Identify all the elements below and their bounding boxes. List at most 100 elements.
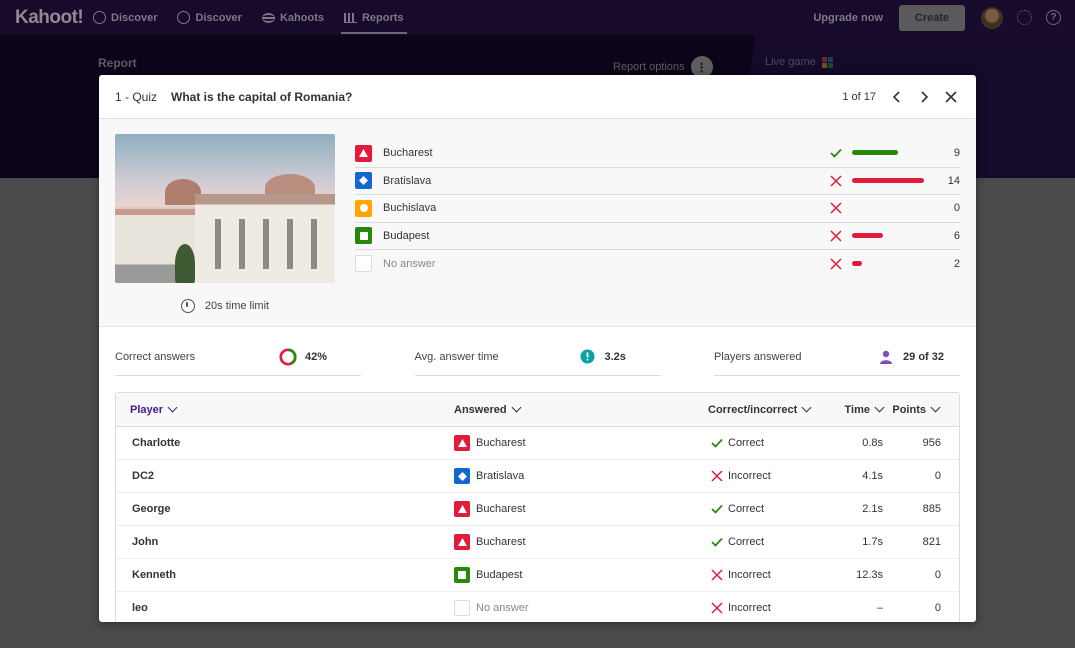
header-label: Time — [844, 403, 870, 416]
modal-header: 1 - Quiz What is the capital of Romania?… — [99, 75, 976, 119]
nav-discover[interactable]: Discover — [93, 0, 157, 35]
table-row[interactable]: John Bucharest Correct 1.7s 821 — [116, 526, 959, 559]
close-icon — [945, 90, 957, 103]
result-cell: Incorrect — [708, 469, 828, 483]
answered-label: Bucharest — [476, 536, 526, 548]
live-game-tab[interactable]: Live game — [765, 56, 833, 68]
chevron-down-icon — [167, 402, 178, 413]
chevron-right-icon — [921, 90, 929, 103]
answered-label: Bucharest — [476, 437, 526, 449]
question-title: What is the capital of Romania? — [171, 89, 353, 104]
cross-icon — [711, 569, 723, 581]
answered-cell: Bucharest — [454, 435, 708, 451]
time-limit: 20s time limit — [115, 299, 335, 313]
header-label: Answered — [454, 403, 507, 416]
table-body: Charlotte Bucharest Correct 0.8s 956 DC2 Brati… — [116, 427, 959, 622]
answered-label: Budapest — [476, 569, 523, 581]
stat-label: Avg. answer time — [414, 350, 499, 363]
triangle-icon — [454, 435, 470, 451]
result-label: Correct — [728, 437, 765, 449]
table-row[interactable]: leo No answer Incorrect – 0 — [116, 592, 959, 622]
chevron-down-icon — [511, 402, 522, 413]
cross-icon — [710, 601, 724, 615]
upgrade-now-link[interactable]: Upgrade now — [813, 12, 883, 24]
player-name: leo — [132, 602, 148, 614]
clock-icon — [180, 299, 195, 313]
result-label: Correct — [728, 536, 765, 548]
check-icon — [830, 149, 842, 158]
chevron-down-icon — [801, 402, 812, 413]
nav-discover-2[interactable]: Discover — [177, 0, 242, 35]
answer-row: Bucharest 9 — [355, 140, 960, 168]
player-name: Charlotte — [132, 437, 181, 449]
live-game-label: Live game — [765, 56, 816, 68]
points-cell: 0 — [934, 569, 941, 581]
stat-label: Players answered — [714, 350, 802, 363]
sort-correct[interactable]: Correct/incorrect — [708, 402, 828, 416]
stat-value: 29 of 32 — [903, 350, 944, 363]
kahoot-logo[interactable]: Kahoot! — [15, 7, 93, 29]
table-row[interactable]: George Bucharest Correct 2.1s 885 — [116, 493, 959, 526]
answer-bar-fill — [852, 260, 863, 266]
answer-bar — [852, 232, 932, 239]
table-row[interactable]: DC2 Bratislava Incorrect 4.1s 0 — [116, 460, 959, 493]
result-label: Correct — [728, 503, 765, 515]
answer-label: Buchislava — [383, 202, 437, 215]
result-cell: Correct — [708, 535, 828, 549]
chevron-left-icon — [892, 90, 900, 103]
create-button[interactable]: Create — [899, 4, 965, 31]
table-row[interactable]: Kenneth Budapest Incorrect 12.3s 0 — [116, 559, 959, 592]
answer-bar — [852, 150, 932, 156]
pager-text: 1 of 17 — [842, 90, 876, 103]
time-cell: 12.3s — [856, 569, 883, 581]
question-icon[interactable]: ? — [1046, 10, 1061, 25]
answer-row: Bratislava 14 — [355, 168, 960, 195]
result-cell: Correct — [708, 436, 828, 450]
square-icon — [454, 567, 470, 583]
sort-points[interactable]: Points — [883, 402, 941, 416]
sort-player[interactable]: Player — [116, 402, 454, 416]
points-cell: 821 — [922, 536, 941, 548]
cross-icon — [830, 175, 842, 187]
nav-reports[interactable]: Reports — [340, 0, 407, 35]
report-title: Report — [98, 56, 137, 70]
gear-icon[interactable] — [1017, 10, 1032, 25]
points-cell: 885 — [922, 503, 941, 515]
check-icon — [710, 502, 724, 516]
result-label: Incorrect — [728, 569, 771, 581]
answered-cell: No answer — [454, 600, 708, 616]
close-button[interactable] — [940, 86, 962, 108]
cross-icon — [711, 602, 723, 614]
triangle-icon — [454, 534, 470, 550]
cross-icon — [711, 470, 723, 482]
answer-label: Bucharest — [383, 147, 433, 160]
answered-label: Bucharest — [476, 503, 526, 515]
nav-kahoots[interactable]: Kahoots — [261, 0, 324, 35]
sort-answered[interactable]: Answered — [454, 402, 708, 416]
diamond-icon — [454, 468, 470, 484]
answer-row: Buchislava 0 — [355, 195, 960, 223]
answer-bar-fill — [852, 232, 883, 238]
answer-bar — [852, 260, 932, 267]
cross-icon — [828, 200, 844, 216]
compass-icon — [177, 11, 191, 24]
next-question-button[interactable] — [913, 86, 935, 108]
stat-players-answered: Players answered 29 of 32 — [714, 338, 960, 376]
answer-label: Bratislava — [383, 174, 432, 187]
header-label: Points — [892, 403, 926, 416]
avatar[interactable] — [981, 6, 1003, 29]
answer-count: 0 — [953, 202, 960, 215]
players-table: Player Answered Correct/incorrect Time P… — [115, 392, 960, 622]
bar-chart-icon — [343, 12, 357, 23]
sort-time[interactable]: Time — [828, 402, 885, 416]
previous-question-button[interactable] — [886, 86, 908, 108]
points-cell: 0 — [934, 470, 941, 482]
table-row[interactable]: Charlotte Bucharest Correct 0.8s 956 — [116, 427, 959, 460]
cross-icon — [830, 258, 842, 270]
points-cell: 0 — [934, 602, 941, 614]
nav-label: Discover — [195, 11, 242, 24]
circle-icon — [355, 199, 372, 217]
answer-row: Budapest 6 — [355, 223, 960, 250]
stat-value: 42% — [305, 350, 328, 363]
answer-label: No answer — [383, 257, 436, 270]
